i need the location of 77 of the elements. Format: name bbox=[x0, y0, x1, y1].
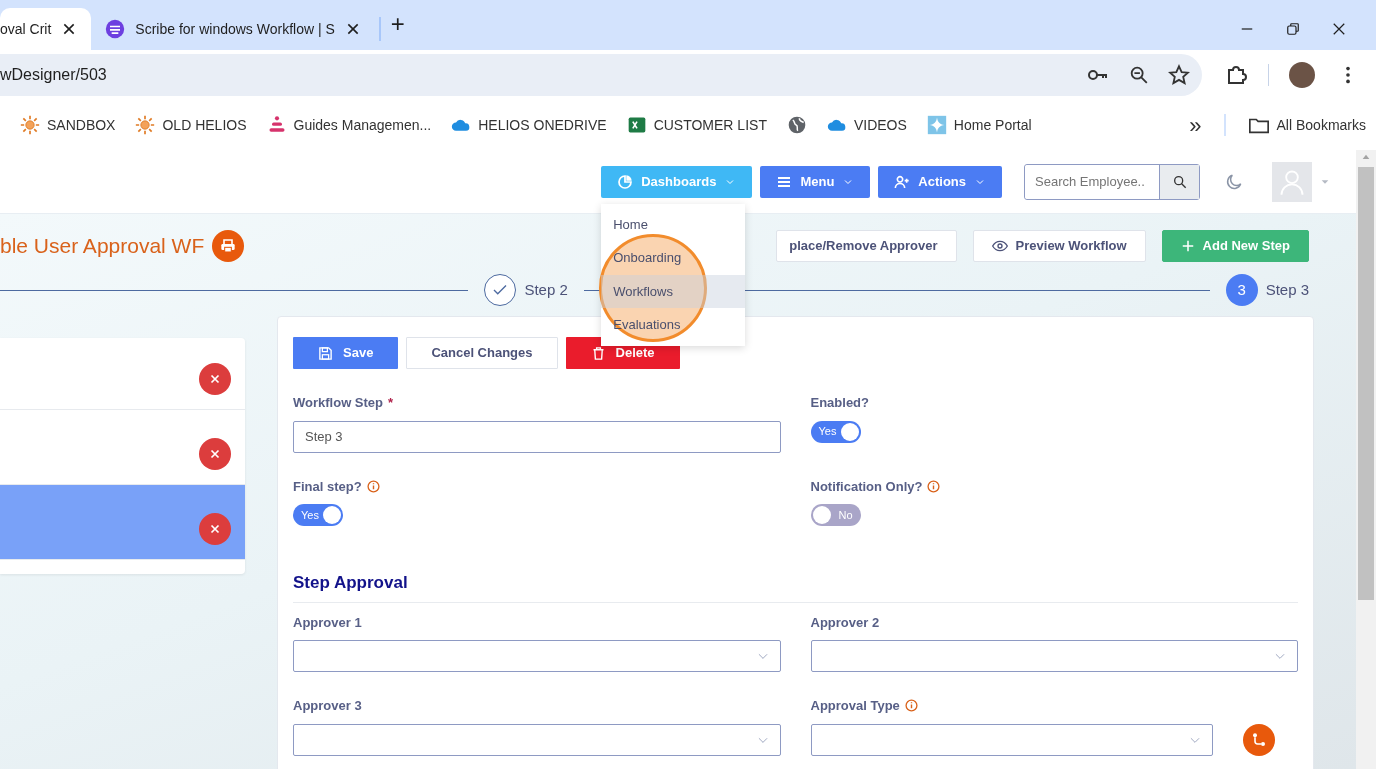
bookmark[interactable]: SANDBOX bbox=[10, 110, 126, 140]
field-label: Approval Type bbox=[810, 697, 900, 715]
field-label: Workflow Step bbox=[293, 394, 384, 412]
select-field[interactable] bbox=[810, 640, 1298, 672]
select-field[interactable] bbox=[810, 723, 1213, 756]
close-icon bbox=[209, 373, 221, 385]
field-label: Notification Only? bbox=[810, 477, 923, 496]
url-text: wDesigner/503 bbox=[0, 65, 107, 85]
form-action-button[interactable]: Save bbox=[293, 337, 399, 369]
route-icon bbox=[1250, 731, 1267, 748]
sun-icon bbox=[20, 115, 40, 135]
close-icon bbox=[209, 523, 221, 535]
page-title: ble User Approval WF bbox=[0, 233, 205, 260]
spreadsheet-icon bbox=[626, 115, 647, 135]
info-icon[interactable] bbox=[904, 699, 918, 713]
scrollbar[interactable] bbox=[1356, 150, 1376, 769]
browser-tab[interactable]: Scribe for windows Workflow | S bbox=[91, 8, 375, 50]
field-label: Approver 2 bbox=[810, 613, 880, 632]
new-tab-button[interactable]: + bbox=[390, 6, 405, 50]
profile-avatar[interactable] bbox=[1289, 62, 1315, 88]
select-field[interactable] bbox=[293, 723, 781, 756]
required-mark: * bbox=[388, 394, 394, 412]
bookmark[interactable]: HELIOS ONEDRIVE bbox=[441, 110, 617, 140]
print-button[interactable] bbox=[212, 230, 245, 262]
tab-logo-icon bbox=[105, 19, 126, 39]
bookmark[interactable]: VIDEOS bbox=[816, 110, 917, 140]
text-field[interactable]: Step 3 bbox=[293, 420, 781, 453]
toolbar-button[interactable]: Preview Workflow bbox=[972, 230, 1146, 262]
step-label: Step 3 bbox=[1265, 279, 1309, 300]
field-label: Approver 1 bbox=[293, 613, 362, 632]
step-indicator: 3 bbox=[1225, 274, 1258, 306]
all-bookmarks-button[interactable]: All Bookmarks bbox=[1237, 110, 1366, 140]
toggle-switch[interactable]: Yes bbox=[293, 504, 343, 526]
toolbar-button[interactable]: place/Remove Approver bbox=[776, 230, 957, 262]
step-label: Step 2 bbox=[524, 279, 568, 300]
dropdown-item[interactable]: Home bbox=[601, 207, 746, 241]
globe-icon[interactable] bbox=[786, 115, 807, 135]
more-bookmarks-button[interactable]: » bbox=[1179, 108, 1212, 142]
dropdown-item[interactable]: Onboarding bbox=[601, 241, 746, 275]
bookmark[interactable]: Home Portal bbox=[916, 110, 1042, 140]
dropdown-item[interactable]: Workflows bbox=[601, 274, 746, 308]
add-user-icon bbox=[894, 173, 911, 190]
scroll-up-icon bbox=[1362, 153, 1370, 161]
scrollbar-thumb[interactable] bbox=[1358, 167, 1374, 600]
close-icon bbox=[209, 448, 221, 460]
search-field[interactable]: Search Employee.. bbox=[1024, 163, 1200, 200]
browser-tab[interactable]: oval Crit bbox=[0, 8, 92, 50]
bookmark[interactable]: CUSTOMER LIST bbox=[616, 110, 777, 140]
zoom-out-icon[interactable] bbox=[1128, 64, 1150, 86]
pie-chart-icon bbox=[617, 173, 634, 190]
remove-button[interactable] bbox=[199, 438, 231, 470]
sun-icon bbox=[135, 115, 156, 135]
form-action-button[interactable]: Cancel Changes bbox=[406, 337, 558, 369]
route-button[interactable] bbox=[1242, 723, 1275, 756]
field-label: Enabled? bbox=[810, 394, 869, 412]
search-button[interactable] bbox=[1159, 164, 1199, 199]
section-heading: Step Approval bbox=[293, 570, 1298, 603]
nav-dropdown-button[interactable]: Actions bbox=[878, 165, 1002, 198]
remove-button[interactable] bbox=[199, 363, 231, 395]
search-icon bbox=[1171, 173, 1188, 190]
bookmark[interactable]: Guides Managemen... bbox=[256, 110, 442, 140]
nav-dropdown-button[interactable]: Menu bbox=[760, 165, 871, 198]
field-label: Approver 3 bbox=[293, 697, 362, 715]
restore-icon[interactable] bbox=[1284, 20, 1302, 38]
star-icon[interactable] bbox=[1168, 64, 1190, 86]
info-icon[interactable] bbox=[366, 479, 380, 493]
eye-icon bbox=[991, 238, 1008, 254]
address-bar[interactable]: wDesigner/503 bbox=[0, 54, 1202, 96]
field-label: Final step? bbox=[293, 477, 362, 496]
select-field[interactable] bbox=[293, 640, 781, 672]
printer-icon bbox=[220, 238, 237, 254]
plus-icon bbox=[1180, 239, 1195, 253]
sparkle-icon bbox=[926, 115, 947, 135]
toggle-switch[interactable]: Yes bbox=[810, 420, 861, 443]
bookmark[interactable]: OLD HELIOS bbox=[125, 110, 257, 140]
remove-button[interactable] bbox=[199, 513, 231, 545]
info-icon[interactable] bbox=[927, 479, 941, 493]
